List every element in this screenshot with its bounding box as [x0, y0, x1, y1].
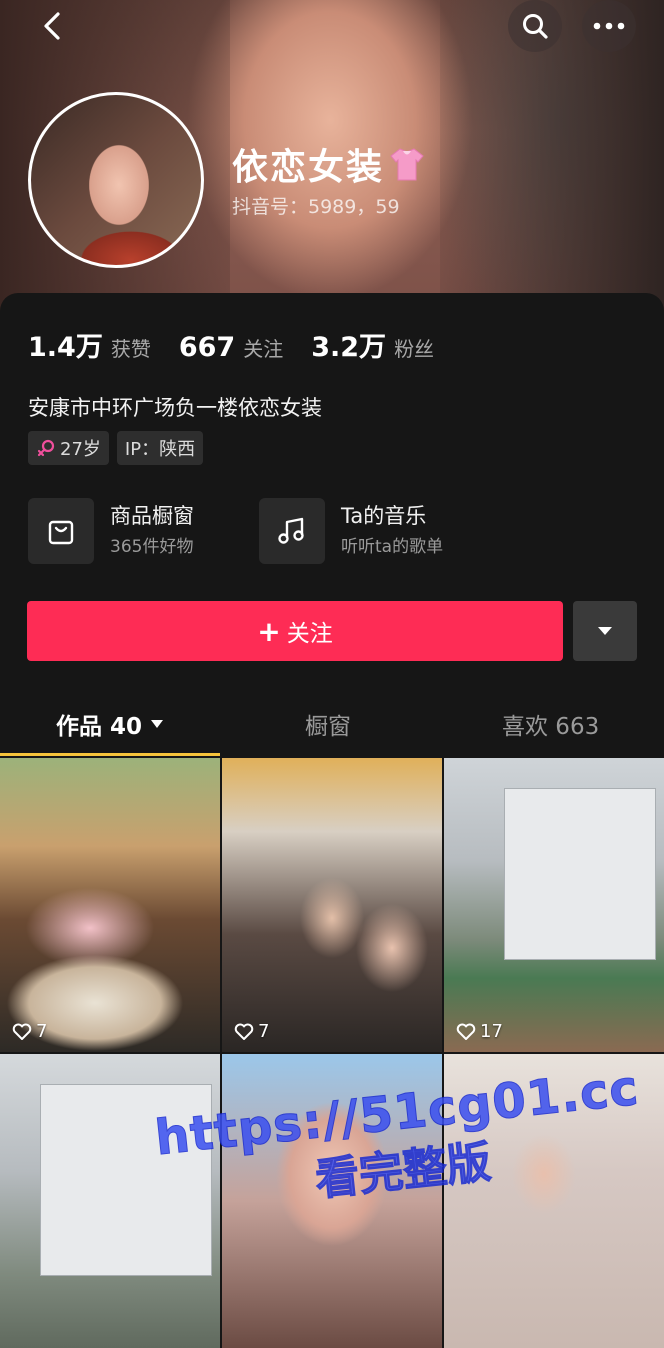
music-card-sub: 听听ta的歌单: [341, 537, 444, 557]
followers-label[interactable]: 粉丝: [394, 333, 434, 362]
video-thumbnail[interactable]: 7: [222, 758, 442, 1052]
shop-card-icon-box: [28, 498, 94, 564]
like-count: 7: [12, 1021, 47, 1042]
like-count: 17: [456, 1021, 503, 1042]
more-dots-icon: [593, 22, 625, 30]
music-card[interactable]: Ta的音乐 听听ta的歌单: [259, 498, 443, 564]
profile-tags: 27岁 IP：陕西: [28, 431, 204, 465]
pink-shirt-icon: [390, 148, 424, 181]
triangle-down-icon: [151, 720, 163, 728]
likes-count: 1.4万: [28, 332, 103, 363]
like-count-text: 7: [258, 1021, 270, 1042]
shopping-bag-icon: [48, 520, 74, 545]
triangle-down-icon: [598, 627, 612, 635]
ip-tag: IP：陕西: [116, 431, 204, 465]
heart-outline-icon: [234, 1023, 254, 1040]
active-tab-indicator: [0, 753, 220, 756]
shop-window-card[interactable]: 商品橱窗 365件好物: [28, 498, 194, 564]
shop-card-title: 商品橱窗: [110, 504, 194, 528]
building-graphic: [504, 788, 656, 960]
music-card-title: Ta的音乐: [341, 504, 427, 528]
more-button[interactable]: [582, 0, 636, 52]
age-text: 27岁: [60, 439, 101, 460]
following-label[interactable]: 关注: [243, 333, 283, 362]
profile-nickname: 依恋女装: [232, 138, 424, 190]
content-tabs: 作品 40 橱窗 喜欢 663: [0, 700, 664, 756]
video-thumbnail[interactable]: 17: [444, 758, 664, 1052]
heart-outline-icon: [456, 1023, 476, 1040]
tab-likes[interactable]: 喜欢 663: [502, 700, 599, 748]
ip-text: IP：陕西: [124, 439, 196, 460]
follow-button[interactable]: + 关注: [27, 601, 563, 661]
tab-shop-window[interactable]: 橱窗: [305, 700, 351, 748]
followers-count[interactable]: 3.2万: [311, 325, 386, 364]
search-icon: [523, 14, 548, 39]
avatar[interactable]: [28, 92, 204, 268]
female-icon: [37, 439, 55, 457]
bio-text: 安康市中环广场负一楼依恋女装: [28, 396, 322, 420]
tab-works[interactable]: 作品 40: [0, 700, 220, 748]
douyin-id: 抖音号：5989，59: [232, 196, 400, 218]
video-thumbnail[interactable]: 7: [0, 758, 220, 1052]
likes-label: 获赞: [110, 337, 151, 361]
shop-card-text: 商品橱窗 365件好物: [110, 502, 194, 560]
cover-shade-right: [440, 0, 664, 330]
heart-outline-icon: [12, 1023, 32, 1040]
like-count-text: 7: [36, 1021, 48, 1042]
like-count: 7: [234, 1021, 269, 1042]
nickname-text: 依恋女装: [232, 147, 385, 188]
music-card-icon-box: [259, 498, 325, 564]
plus-icon: +: [257, 614, 281, 648]
following-count[interactable]: 667: [179, 332, 235, 363]
like-count-text: 17: [480, 1021, 503, 1042]
age-tag: 27岁: [28, 431, 109, 465]
follow-label: 关注: [286, 621, 333, 647]
search-button[interactable]: [508, 0, 562, 52]
feature-cards: 商品橱窗 365件好物 Ta的音乐 听听ta的歌单: [28, 498, 648, 568]
back-button[interactable]: [26, 0, 80, 52]
tab-works-label: 作品 40: [55, 714, 142, 740]
music-card-text: Ta的音乐 听听ta的歌单: [341, 502, 443, 560]
recommend-dropdown-button[interactable]: [573, 601, 637, 661]
back-arrow-icon: [44, 12, 60, 40]
stats-row: 1.4万 获赞 667 关注 3.2万 粉丝: [28, 325, 462, 364]
shop-card-sub: 365件好物: [110, 537, 194, 557]
music-note-icon: [278, 517, 304, 544]
